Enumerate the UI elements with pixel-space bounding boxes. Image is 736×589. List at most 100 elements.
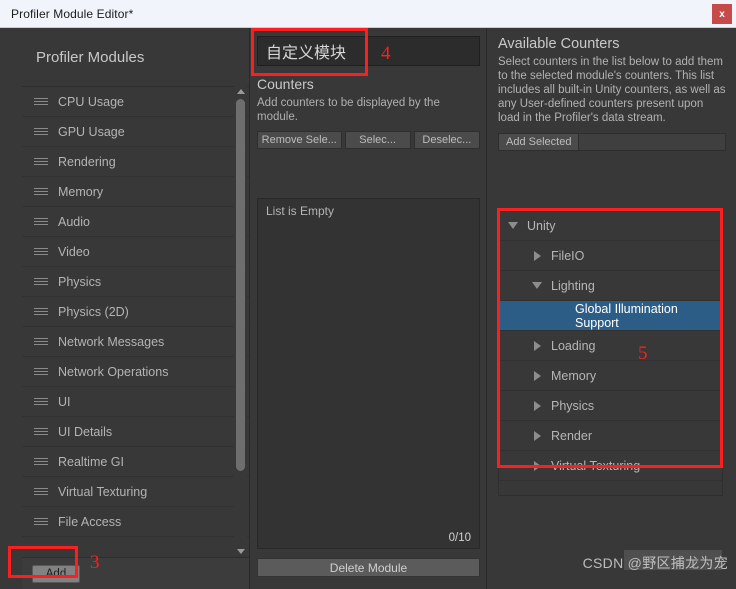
- module-list-item-label: Physics: [58, 274, 102, 289]
- module-list-item[interactable]: Virtual Texturing: [22, 477, 249, 507]
- drag-handle-icon[interactable]: [34, 247, 48, 257]
- module-list-item-label: Network Operations: [58, 364, 169, 379]
- scrollbar-thumb[interactable]: [236, 99, 245, 471]
- chevron-right-icon[interactable]: [531, 370, 543, 382]
- add-module-button[interactable]: Add: [32, 564, 80, 583]
- profiler-module-editor-window: Profiler Module Editor* x Profiler Modul…: [0, 0, 736, 589]
- counter-tree-item[interactable]: Memory: [499, 361, 722, 391]
- scroll-down-icon[interactable]: [234, 546, 247, 557]
- counter-tree-item[interactable]: Physics: [499, 391, 722, 421]
- watermark-text: CSDN @野区捕龙为宠: [582, 555, 728, 571]
- counter-tree-item-label: Physics: [551, 398, 595, 413]
- drag-handle-icon[interactable]: [34, 157, 48, 167]
- module-list-scrollbar[interactable]: [234, 86, 247, 557]
- module-list[interactable]: CPU Usage GPU Usage Rendering Memory Audio Vi…: [22, 86, 249, 557]
- drag-handle-icon[interactable]: [34, 337, 48, 347]
- drag-handle-icon[interactable]: [34, 457, 48, 467]
- module-list-item-label: CPU Usage: [58, 94, 124, 109]
- delete-module-button[interactable]: Delete Module: [257, 558, 480, 577]
- module-list-item-label: Virtual Texturing: [58, 484, 148, 499]
- module-list-item[interactable]: UI: [22, 387, 249, 417]
- counter-tree-item[interactable]: Lighting: [499, 271, 722, 301]
- module-list-item-label: Rendering: [58, 154, 116, 169]
- counter-tree-item-label: Unity: [527, 218, 556, 233]
- module-list-item-label: UI Details: [58, 424, 113, 439]
- drag-handle-icon[interactable]: [34, 307, 48, 317]
- remove-selected-button[interactable]: Remove Sele...: [257, 131, 342, 149]
- drag-handle-icon[interactable]: [34, 397, 48, 407]
- available-counters-title: Available Counters: [498, 36, 620, 52]
- module-list-item[interactable]: Physics: [22, 267, 249, 297]
- drag-handle-icon[interactable]: [34, 517, 48, 527]
- chevron-down-icon[interactable]: [531, 280, 543, 292]
- drag-handle-icon[interactable]: [34, 217, 48, 227]
- add-selected-button[interactable]: Add Selected: [498, 133, 580, 151]
- counter-tree-item-label: Virtual Texturing: [551, 458, 641, 473]
- module-list-item-label: GPU Usage: [58, 124, 125, 139]
- counter-tree-item[interactable]: Global Illumination Support: [499, 301, 722, 331]
- drag-handle-icon[interactable]: [34, 187, 48, 197]
- module-list-item-label: Video: [58, 244, 90, 259]
- module-list-item[interactable]: Video: [22, 237, 249, 267]
- counter-tree-item-label: Lighting: [551, 278, 595, 293]
- dialog-body: Profiler Modules CPU Usage GPU Usage Rende…: [0, 28, 736, 589]
- close-icon[interactable]: x: [712, 4, 732, 24]
- profiler-modules-header: Profiler Modules: [22, 28, 249, 86]
- select-all-button[interactable]: Selec...: [344, 131, 411, 149]
- counter-tree-item-label: FileIO: [551, 248, 585, 263]
- profiler-modules-panel: Profiler Modules CPU Usage GPU Usage Rende…: [22, 28, 250, 589]
- module-list-item[interactable]: UI Details: [22, 417, 249, 447]
- counter-tree-item[interactable]: Virtual Texturing: [499, 451, 722, 481]
- module-list-footer: Add: [22, 557, 249, 589]
- deselect-all-button[interactable]: Deselec...: [413, 131, 480, 149]
- counter-action-buttons: Remove Sele... Selec... Deselec...: [257, 131, 480, 149]
- module-list-item[interactable]: Rendering: [22, 147, 249, 177]
- drag-handle-icon[interactable]: [34, 487, 48, 497]
- module-list-item-label: Realtime GI: [58, 454, 124, 469]
- chevron-right-icon[interactable]: [531, 430, 543, 442]
- module-list-item[interactable]: Audio: [22, 207, 249, 237]
- module-list-item-label: Audio: [58, 214, 90, 229]
- chevron-right-icon[interactable]: [531, 460, 543, 472]
- counter-tree-item[interactable]: Unity: [499, 211, 722, 241]
- selected-counters-list[interactable]: List is Empty 0/10: [257, 198, 480, 549]
- module-list-item-label: Network Messages: [58, 334, 165, 349]
- counter-tree-item[interactable]: Render: [499, 421, 722, 451]
- chevron-right-icon[interactable]: [531, 250, 543, 262]
- chevron-right-icon[interactable]: [531, 340, 543, 352]
- module-list-item[interactable]: Memory: [22, 177, 249, 207]
- panel-title: Profiler Modules: [36, 48, 145, 66]
- module-list-item[interactable]: Physics (2D): [22, 297, 249, 327]
- drag-handle-icon[interactable]: [34, 127, 48, 137]
- counter-count-badge: 0/10: [448, 532, 471, 544]
- drag-handle-icon[interactable]: [34, 427, 48, 437]
- scroll-up-icon[interactable]: [234, 86, 247, 97]
- module-list-item[interactable]: Network Operations: [22, 357, 249, 387]
- module-list-item[interactable]: GPU Usage: [22, 117, 249, 147]
- drag-handle-icon[interactable]: [34, 277, 48, 287]
- counter-tree-item-label: Loading: [551, 338, 596, 353]
- module-list-item-label: File Access: [58, 514, 122, 529]
- list-empty-label: List is Empty: [266, 204, 335, 218]
- counter-tree-item-label: Memory: [551, 368, 597, 383]
- add-selected-filler: [579, 133, 726, 151]
- module-list-item[interactable]: Realtime GI: [22, 447, 249, 477]
- drag-handle-icon[interactable]: [34, 97, 48, 107]
- module-list-item[interactable]: File Access: [22, 507, 249, 537]
- counters-title: Counters: [257, 76, 314, 92]
- counter-tree-item[interactable]: Loading: [499, 331, 722, 361]
- available-counters-tree[interactable]: Unity FileIO Lighting Global Illumination S…: [498, 210, 723, 496]
- counter-tree-item[interactable]: FileIO: [499, 241, 722, 271]
- module-list-item[interactable]: Network Messages: [22, 327, 249, 357]
- title-bar: Profiler Module Editor* x: [0, 0, 736, 28]
- module-list-item[interactable]: CPU Usage: [22, 87, 249, 117]
- module-name-input[interactable]: 自定义模块: [257, 36, 480, 66]
- module-list-item-label: Physics (2D): [58, 304, 129, 319]
- module-list-item-label: UI: [58, 394, 71, 409]
- add-selected-row: Add Selected: [498, 133, 726, 151]
- counter-tree-item-label: Global Illumination Support: [575, 301, 678, 330]
- chevron-right-icon[interactable]: [531, 400, 543, 412]
- drag-handle-icon[interactable]: [34, 367, 48, 377]
- chevron-down-icon[interactable]: [507, 220, 519, 232]
